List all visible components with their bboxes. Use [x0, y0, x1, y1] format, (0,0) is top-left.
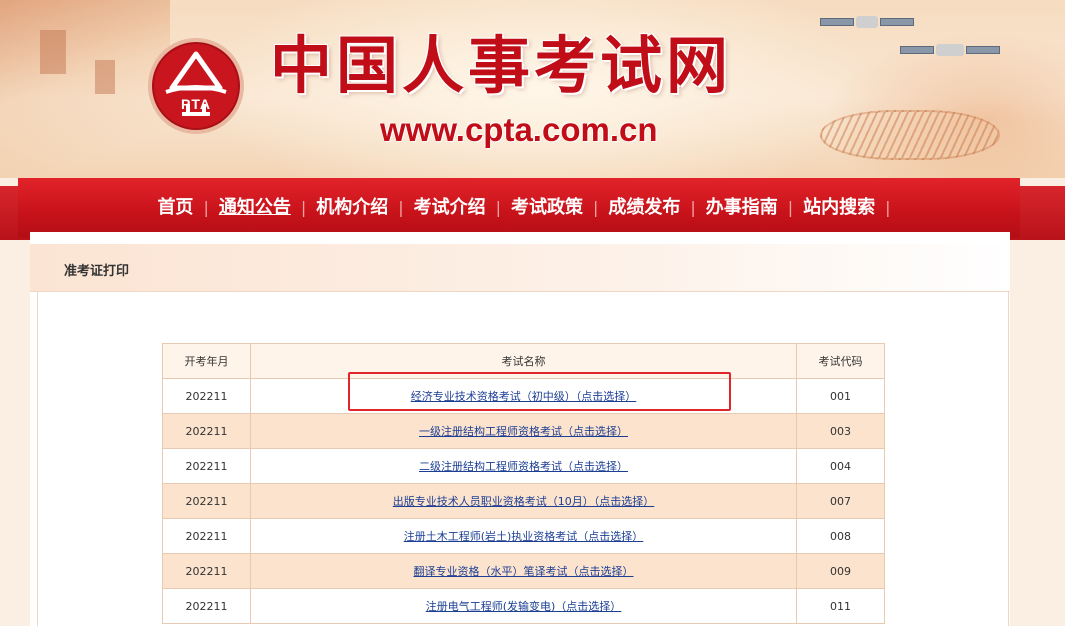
nav-separator: | — [885, 198, 891, 217]
table-row: 202211 一级注册结构工程师资格考试（点击选择） 003 — [162, 413, 885, 449]
nav-item-search[interactable]: 站内搜索 — [793, 196, 885, 220]
table-row: 202211 出版专业技术人员职业资格考试（10月）（点击选择） 007 — [162, 483, 885, 519]
exam-link[interactable]: 一级注册结构工程师资格考试（点击选择） — [419, 425, 628, 438]
exam-code: 007 — [796, 483, 885, 519]
exam-name-cell: 注册土木工程师(岩土)执业资格考试（点击选择） — [250, 518, 797, 554]
exam-date: 202211 — [162, 448, 251, 484]
table-row: 202211 翻译专业资格（水平）笔译考试（点击选择） 009 — [162, 553, 885, 589]
exam-name-cell: 注册电气工程师(发输变电)（点击选择） — [250, 588, 797, 624]
exam-code: 009 — [796, 553, 885, 589]
page-title: 准考证打印 — [64, 264, 130, 279]
column-header-code: 考试代码 — [796, 343, 885, 379]
birds-nest-stadium-decoration — [820, 110, 1000, 160]
nav-item-notices[interactable]: 通知公告 — [209, 196, 301, 220]
nav-item-exam-policy[interactable]: 考试政策 — [501, 196, 593, 220]
breadcrumb: 准考证打印 — [30, 244, 1010, 292]
exam-date: 202211 — [162, 483, 251, 519]
exam-link[interactable]: 经济专业技术资格考试（初中级）（点击选择） — [411, 390, 637, 403]
great-wall-decoration — [0, 0, 170, 178]
exam-link[interactable]: 二级注册结构工程师资格考试（点击选择） — [419, 460, 628, 473]
nav-item-home[interactable]: 首页 — [147, 196, 203, 220]
pta-logo[interactable]: PTA — [148, 38, 244, 134]
exam-date: 202211 — [162, 378, 251, 414]
exam-code: 011 — [796, 588, 885, 624]
exam-name-cell: 翻译专业资格（水平）笔译考试（点击选择） — [250, 553, 797, 589]
table-row: 202211 经济专业技术资格考试（初中级）（点击选择） 001 — [162, 378, 885, 414]
exam-link[interactable]: 翻译专业资格（水平）笔译考试（点击选择） — [414, 565, 634, 578]
nav-item-about[interactable]: 机构介绍 — [306, 196, 398, 220]
exam-date: 202211 — [162, 553, 251, 589]
table-row: 202211 注册土木工程师(岩土)执业资格考试（点击选择） 008 — [162, 518, 885, 554]
pta-emblem-icon — [165, 51, 227, 116]
exam-code: 003 — [796, 413, 885, 449]
nav-item-guide[interactable]: 办事指南 — [696, 196, 788, 220]
exam-date: 202211 — [162, 518, 251, 554]
exam-code: 008 — [796, 518, 885, 554]
exam-name-cell: 二级注册结构工程师资格考试（点击选择） — [250, 448, 797, 484]
site-url: www.cpta.com.cn — [380, 111, 658, 148]
exam-date: 202211 — [162, 588, 251, 624]
nav-item-exam-intro[interactable]: 考试介绍 — [404, 196, 496, 220]
table-row: 202211 二级注册结构工程师资格考试（点击选择） 004 — [162, 448, 885, 484]
exam-date: 202211 — [162, 413, 251, 449]
exam-link[interactable]: 注册电气工程师(发输变电)（点击选择） — [426, 600, 622, 613]
logo-text: PTA — [181, 96, 211, 112]
nav-item-scores[interactable]: 成绩发布 — [598, 196, 690, 220]
exam-code: 004 — [796, 448, 885, 484]
exam-link[interactable]: 注册土木工程师(岩土)执业资格考试（点击选择） — [404, 530, 644, 543]
exam-table: 开考年月 考试名称 考试代码 202211 经济专业技术资格考试（初中级）（点击… — [162, 343, 885, 624]
header-banner: PTA 中国人事考试网 www.cpta.com.cn — [0, 0, 1065, 178]
column-header-date: 开考年月 — [162, 343, 251, 379]
exam-name-cell: 经济专业技术资格考试（初中级）（点击选择） — [250, 378, 797, 414]
site-title: 中国人事考试网 — [270, 29, 733, 102]
main-nav: 首页 | 通知公告 | 机构介绍 | 考试介绍 | 考试政策 | 成绩发布 | … — [18, 178, 1020, 238]
column-header-name: 考试名称 — [250, 343, 797, 379]
table-row: 202211 注册电气工程师(发输变电)（点击选择） 011 — [162, 588, 885, 624]
exam-code: 001 — [796, 378, 885, 414]
table-header-row: 开考年月 考试名称 考试代码 — [162, 343, 885, 379]
exam-name-cell: 一级注册结构工程师资格考试（点击选择） — [250, 413, 797, 449]
exam-name-cell: 出版专业技术人员职业资格考试（10月）（点击选择） — [250, 483, 797, 519]
exam-link[interactable]: 出版专业技术人员职业资格考试（10月）（点击选择） — [393, 495, 655, 508]
